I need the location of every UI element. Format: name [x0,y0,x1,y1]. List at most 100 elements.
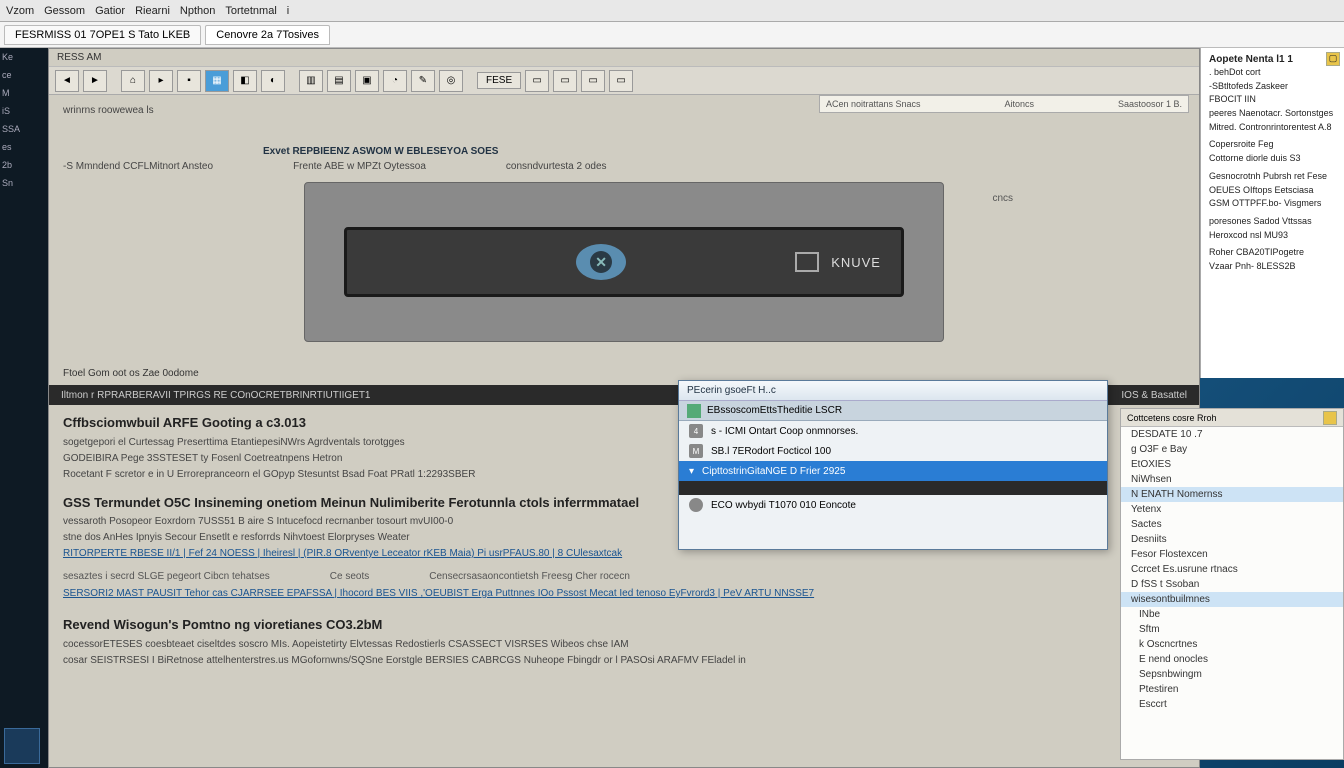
rp-line: Heroxcod nsl MU93 [1209,230,1336,242]
rp-line: FBOCIT IIN [1209,94,1336,106]
tool-button[interactable]: ▦ [205,70,229,92]
tool-button[interactable]: ▥ [299,70,323,92]
list-item[interactable]: E nend onocles [1121,652,1343,667]
list-item[interactable]: Ptestiren [1121,682,1343,697]
sub-toolbar-label: Saastoosor 1 B. [1118,99,1182,109]
tool-button[interactable]: ◎ [439,70,463,92]
sidebar-item[interactable]: iS [2,106,46,116]
list-item[interactable]: N ENATH Nomernss [1121,487,1343,502]
right-panel-header: Aopete Nenta l1 1 [1209,54,1336,65]
row-labels: -S Mmndend CCFLMitnort Ansteo Frente ABE… [63,161,1185,172]
article-line: cosar SEISTRSESI I BiRetnose attelhenter… [63,653,1185,668]
list-item[interactable]: Esccrt [1121,697,1343,712]
tool-button[interactable]: ▭ [609,70,633,92]
rp-line: Copersroite Feg [1209,139,1336,151]
desktop-icon[interactable] [4,728,40,764]
dark-bar-right: IOS & Basattel [1121,390,1187,401]
sidebar-item[interactable]: ce [2,70,46,80]
rp-line: peeres Naenotacr. Sortonstges [1209,108,1336,120]
list-item[interactable]: Fesor Flostexcen [1121,547,1343,562]
doc-icon[interactable]: ▪ [177,70,201,92]
tool-wide-button[interactable]: FESE [477,72,521,89]
home-icon[interactable]: ⌂ [121,70,145,92]
nav-back-button[interactable]: ◄ [55,70,79,92]
menu-item[interactable]: Vzom [6,5,34,17]
popup-window[interactable]: PEcerin gsoeFt H..c EBssoscomEttsThediti… [678,380,1108,550]
popup-item-selected[interactable]: ▾CipttostrinGitaNGE D Frier 2925 [679,461,1107,481]
rp-line: Mitred. Contronrintorentest A.8 [1209,122,1336,134]
tool-button[interactable]: ◐ [261,70,285,92]
tool-button[interactable]: ▭ [581,70,605,92]
link-row[interactable]: SERSORI2 MAST PAUSIT Tehor cas CJARRSEE … [63,586,1185,601]
sidebar-item[interactable]: M [2,88,46,98]
list-item[interactable]: g O3F e Bay [1121,442,1343,457]
rp-line: Cottorne diorle duis S3 [1209,153,1336,165]
list-item[interactable]: Sepsnbwingm [1121,667,1343,682]
nav-fwd-button[interactable]: ► [83,70,107,92]
label-row: sesaztes i secrd SLGE pegeort Cibcn teha… [63,569,1185,584]
rp-line: OEUES OIftops Eetsciasa [1209,185,1336,197]
tool-button[interactable]: ▭ [525,70,549,92]
sidebar-item[interactable]: Sn [2,178,46,188]
button-row: ◄ ► ⌂ ▸ ▪ ▦ ◧ ◐ ▥ ▤ ▣ ◔ ✎ ◎ FESE ▭ ▭ ▭ ▭ [49,67,1199,95]
list-item[interactable]: INbe [1121,607,1343,622]
toolbar-label: RESS AM [57,52,101,63]
right-list-panel: Cottcetens cosre Rroh DESDATE 10 .7g O3F… [1120,408,1344,760]
hero-square-icon [795,252,819,272]
right-info-panel: ▢ Aopete Nenta l1 1 . behDot cort -SBtlt… [1200,48,1344,378]
menu-item[interactable]: Gatior [95,5,125,17]
tabbar: FESRMISS 01 7OPE1 S Tato LKEB Cenovre 2a… [0,22,1344,48]
rp-line: . behDot cort [1209,67,1336,79]
hero-banner: ✕ KNUVE cncs [304,182,944,342]
sub-toolbar-label: Aitoncs [1005,99,1035,109]
list-item[interactable]: NiWhsen [1121,472,1343,487]
cncs-label: cncs [992,193,1013,204]
list-item[interactable]: D fSS t Ssoban [1121,577,1343,592]
list-item[interactable]: Sftm [1121,622,1343,637]
popup-header-row: EBssoscomEttsTheditie LSCR [679,401,1107,421]
menu-item[interactable]: Riearni [135,5,170,17]
tool-button[interactable]: ▭ [553,70,577,92]
globe-icon [689,498,703,512]
flag-icon[interactable]: ▸ [149,70,173,92]
tool-button[interactable]: ◧ [233,70,257,92]
menubar: Vzom Gessom Gatior Riearni Npthon Tortet… [0,0,1344,22]
menu-item[interactable]: Npthon [180,5,215,17]
list-item[interactable]: wisesontbuilmnes [1121,592,1343,607]
menu-item[interactable]: Gessom [44,5,85,17]
tool-button[interactable]: ▤ [327,70,351,92]
list-item[interactable]: k Oscncrtnes [1121,637,1343,652]
rp-line: Roher CBA20TIPogetre [1209,247,1336,259]
menu-item[interactable]: Tortetnmal [225,5,276,17]
popup-item[interactable]: ECO wvbydi T1070 010 Eoncote [679,495,1107,515]
sub-toolbar: ACen noitrattans Snacs Aitoncs Saastooso… [819,95,1189,113]
tool-button[interactable]: ▣ [355,70,379,92]
sidebar-item[interactable]: Ke [2,52,46,62]
sidebar-item[interactable]: 2b [2,160,46,170]
tab[interactable]: Cenovre 2a 7Tosives [205,25,330,45]
close-icon[interactable]: ▢ [1326,52,1340,66]
list-item[interactable]: EtOXIES [1121,457,1343,472]
sidebar-item[interactable]: es [2,142,46,152]
dark-bar-left: Iltmon r RPRARBERAVII TPIRGS RE COnOCRET… [61,390,371,401]
list-item[interactable]: DESDATE 10 .7 [1121,427,1343,442]
panel-button-icon[interactable] [1323,411,1337,425]
menu-item[interactable]: i [287,5,289,17]
sidebar-item[interactable]: SSA [2,124,46,134]
sub-toolbar-label: ACen noitrattans Snacs [826,99,921,109]
list-item[interactable]: Sactes [1121,517,1343,532]
list-item[interactable]: Yetenx [1121,502,1343,517]
article-title[interactable]: Revend Wisogun's Pomtno ng vioretianes C… [63,615,1185,635]
content-top: wrinrns roowewea ls Exvet REPBIEENZ ASWO… [49,95,1199,362]
rp-line: poresones Sadod Vttssas [1209,216,1336,228]
list-item[interactable]: Desniits [1121,532,1343,547]
list-item[interactable]: Ccrcet Es.usrune rtnacs [1121,562,1343,577]
popup-item[interactable]: 4s - ICMI Ontart Coop onmnorses. [679,421,1107,441]
popup-item[interactable]: MSB.l 7ERodort Focticol 100 [679,441,1107,461]
popup-title: PEcerin gsoeFt H..c [679,381,1107,401]
tool-button[interactable]: ◔ [383,70,407,92]
tool-button[interactable]: ✎ [411,70,435,92]
popup-divider [679,481,1107,495]
left-sidebar: Ke ce M iS SSA es 2b Sn [0,48,48,768]
tab[interactable]: FESRMISS 01 7OPE1 S Tato LKEB [4,25,201,45]
